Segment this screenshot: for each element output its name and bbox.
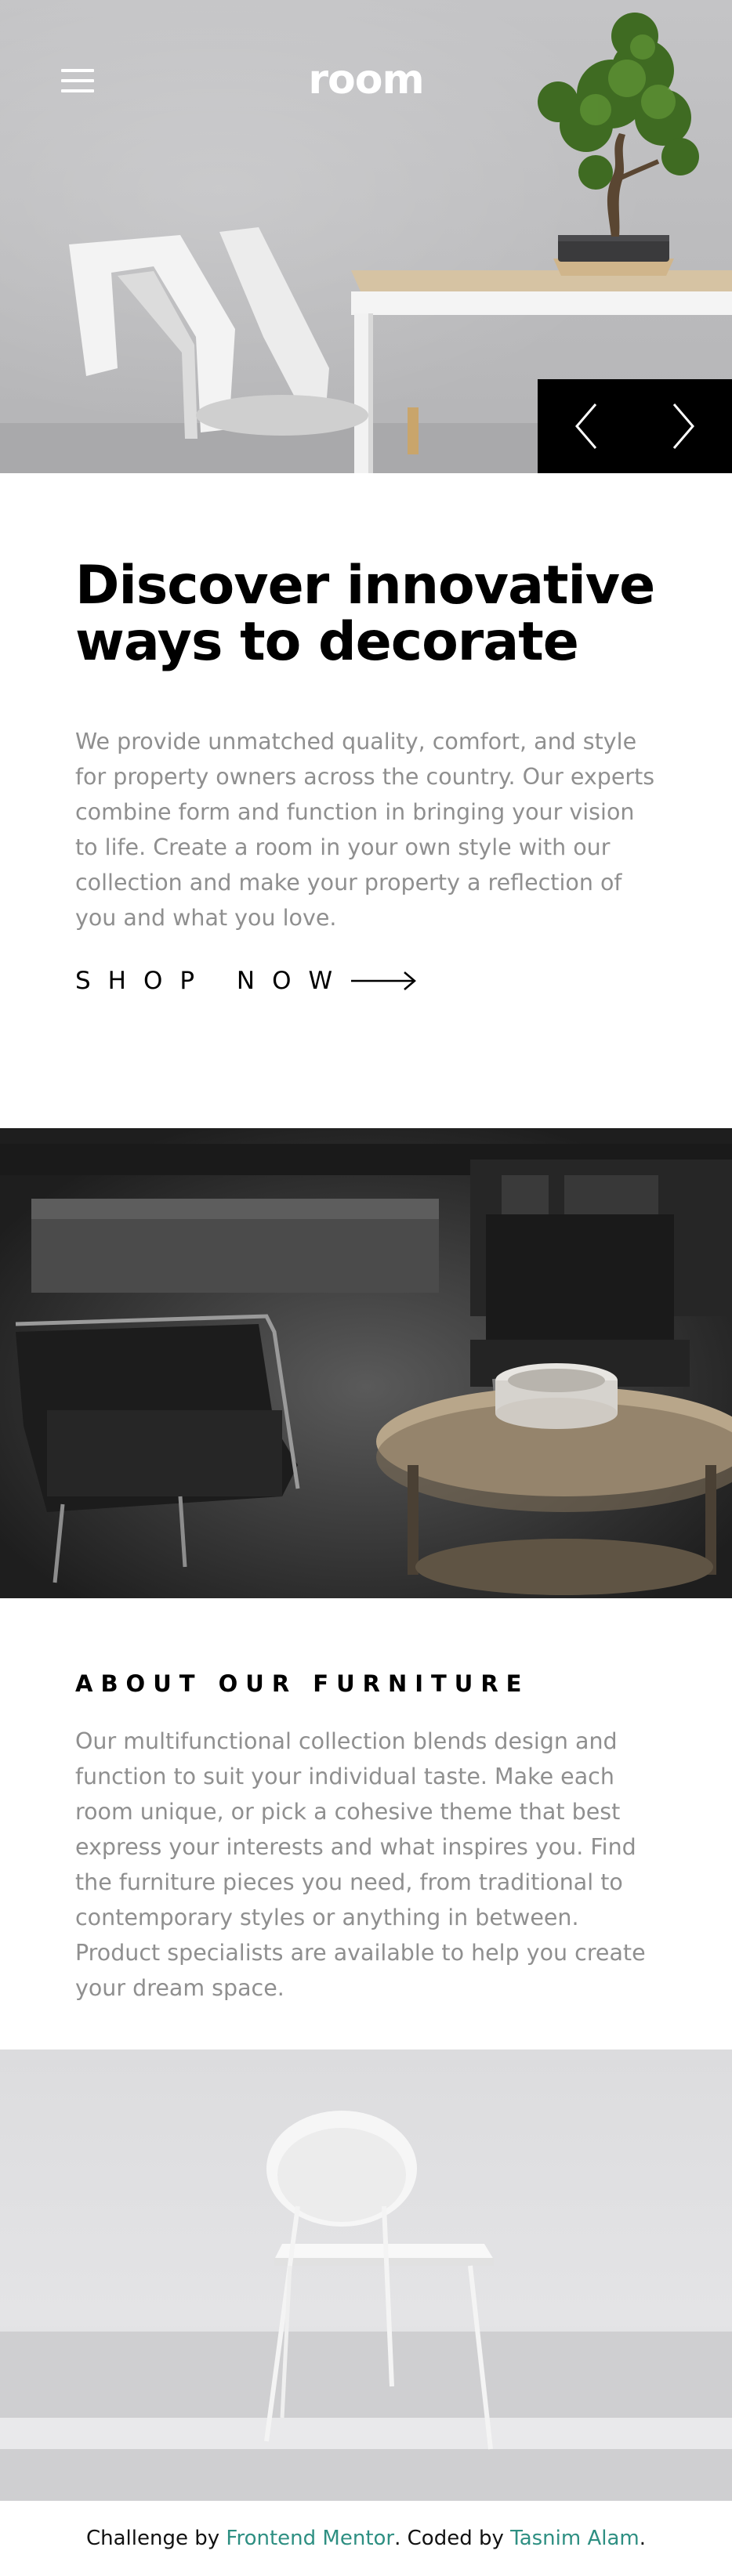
chevron-left-icon [575,403,597,449]
hero-section: room [0,0,732,473]
footer-middle: . Coded by [394,2527,511,2550]
frontend-mentor-link[interactable]: Frontend Mentor [226,2527,394,2550]
light-chair-image [0,2050,732,2501]
about-title: ABOUT OUR FURNITURE [75,1670,530,1697]
arrow-right-icon [351,971,417,990]
shop-now-label: SHOP NOW [75,967,350,995]
next-slide-button[interactable] [635,379,732,473]
about-body: Our multifunctional collection blends de… [75,1728,646,2001]
shop-now-link[interactable]: SHOP NOW [75,967,657,995]
chevron-right-icon [672,403,694,449]
about-section: ABOUT OUR FURNITURE Our multifunctional … [0,1598,732,2050]
intro-section: Discover innovative ways to decorate We … [0,473,732,1128]
intro-title: Discover innovative ways to decorate [75,555,655,673]
intro-body: We provide unmatched quality, comfort, a… [75,729,655,931]
dark-room-illustration [0,1128,732,1598]
dark-furniture-image [0,1128,732,1598]
white-chair-illustration [0,2050,732,2501]
prev-slide-button[interactable] [538,379,635,473]
logo[interactable]: room [0,56,732,103]
author-link[interactable]: Tasnim Alam [510,2527,640,2550]
footer-attribution: Challenge by Frontend Mentor . Coded by … [0,2501,732,2576]
slider-controls [538,379,732,473]
footer-prefix: Challenge by [85,2527,226,2550]
footer-suffix: . [639,2527,647,2550]
